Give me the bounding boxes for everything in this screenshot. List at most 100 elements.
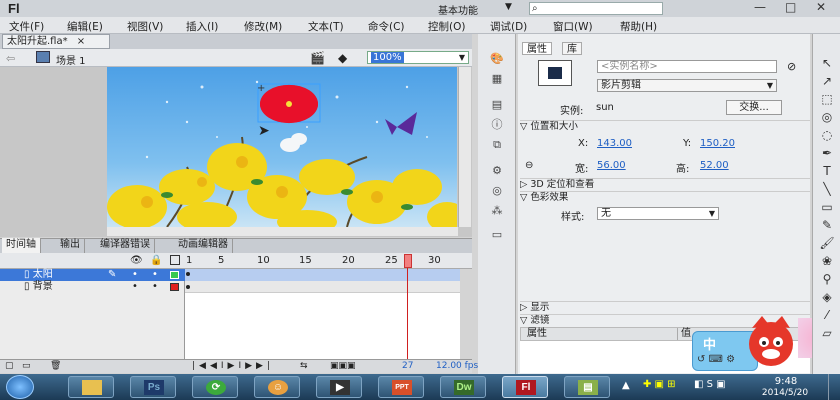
info-panel-icon[interactable]: ⓘ (488, 118, 506, 132)
outline-icon[interactable] (170, 255, 180, 265)
brush-tool-icon[interactable]: 🖌 (819, 236, 835, 250)
show-desktop-button[interactable] (828, 374, 840, 400)
text-tool-icon[interactable]: T (819, 164, 835, 178)
maximize-button[interactable]: □ (785, 0, 796, 14)
menu-control[interactable]: 控制(O) (428, 19, 465, 34)
playhead-handle[interactable] (404, 254, 412, 268)
stage-horizontal-scrollbar[interactable] (107, 227, 458, 236)
back-arrow-icon[interactable]: ⇦ (6, 52, 15, 65)
tray-icons[interactable]: ✚ ▣ ⊞ (643, 379, 676, 390)
frame-rate[interactable]: 12.00 fps (436, 361, 478, 371)
new-layer-icon[interactable]: ▢ (5, 361, 14, 371)
eye-icon[interactable]: 👁 (130, 255, 143, 266)
color-panel-icon[interactable]: 🎨 (488, 52, 506, 66)
lock-dot[interactable]: • (152, 281, 158, 293)
new-folder-icon[interactable]: ▭ (22, 361, 31, 371)
link-icon[interactable]: ⊖ (525, 160, 533, 171)
menu-window[interactable]: 窗口(W) (553, 19, 593, 34)
lock-dot[interactable]: • (152, 269, 158, 281)
stage[interactable]: + (107, 67, 457, 227)
pencil-tool-icon[interactable]: ✎ (819, 218, 835, 232)
pen-tool-icon[interactable]: ✒ (819, 146, 835, 160)
menu-edit[interactable]: 编辑(E) (67, 19, 103, 34)
edit-scene-icon[interactable]: 🎬 (310, 51, 325, 65)
menu-debug[interactable]: 调试(D) (490, 19, 527, 34)
code-snippets-icon[interactable]: ⁂ (488, 204, 506, 218)
lasso-tool-icon[interactable]: ◌ (819, 128, 835, 142)
loop-icon[interactable]: ⇆ (300, 361, 308, 371)
layer-row-background[interactable]: ▯ 背景 • • (0, 281, 185, 293)
workspace-switcher[interactable]: 基本功能 (438, 2, 478, 17)
y-value[interactable]: 150.20 (700, 138, 735, 149)
deco-tool-icon[interactable]: ❀ (819, 254, 835, 268)
motion-presets-icon[interactable]: ◎ (488, 184, 506, 198)
visible-dot[interactable]: • (132, 269, 138, 281)
style-select[interactable]: 无 ▼ (597, 207, 719, 220)
swap-button[interactable]: 交换... (726, 100, 782, 115)
height-value[interactable]: 52.00 (700, 160, 729, 171)
tab-motion-editor[interactable]: 动画编辑器 (174, 238, 233, 253)
keyframe[interactable] (186, 285, 190, 289)
close-button[interactable]: ✕ (816, 0, 826, 14)
visible-dot[interactable]: • (132, 281, 138, 293)
ime-mode-label[interactable]: 中 (703, 334, 716, 353)
tab-properties[interactable]: 属性 (522, 42, 552, 55)
taskbar-dreamweaver[interactable]: Dw (440, 376, 486, 398)
tab-compiler-errors[interactable]: 编译器错误 (96, 238, 155, 253)
menu-help[interactable]: 帮助(H) (620, 19, 657, 34)
menu-text[interactable]: 文本(T) (308, 19, 344, 34)
eraser-tool-icon[interactable]: ▱ (819, 326, 835, 340)
layer-row-sun[interactable]: ▯ 太阳 ✎ • • (0, 269, 185, 281)
taskbar-notes-app[interactable]: ▤ (564, 376, 610, 398)
tab-timeline[interactable]: 时间轴 (2, 238, 41, 253)
start-button[interactable] (6, 375, 34, 399)
symbol-type-select[interactable]: 影片剪辑 ▼ (597, 79, 777, 92)
layer-frames-sun[interactable] (185, 269, 460, 281)
swap-symbol-icon[interactable]: ⊘ (787, 60, 796, 73)
tray-expand-icon[interactable]: ▲ (622, 380, 630, 391)
lock-icon[interactable]: 🔒 (150, 255, 162, 266)
edit-symbol-icon[interactable]: ◆ (338, 51, 347, 65)
history-panel-icon[interactable]: ▭ (488, 228, 506, 242)
minimize-button[interactable]: — (754, 0, 766, 14)
tab-library[interactable]: 库 (562, 42, 582, 55)
taskbar-powerpoint[interactable]: PPT (378, 376, 424, 398)
current-frame[interactable]: 27 (402, 361, 413, 371)
selection-tool-icon[interactable]: ↖ (819, 56, 835, 70)
taskbar-refresh-app[interactable]: ⟳ (192, 376, 238, 398)
zoom-select[interactable]: 100% ▼ (367, 51, 469, 64)
instance-name-field[interactable]: <实例名称> (597, 60, 777, 73)
components-panel-icon[interactable]: ⚙ (488, 164, 506, 178)
rectangle-tool-icon[interactable]: ▭ (819, 200, 835, 214)
free-transform-tool-icon[interactable]: ⬚ (819, 92, 835, 106)
section-3d[interactable]: ▷ 3D 定位和查看 (520, 178, 810, 190)
clock-date[interactable]: 2014/5/20 (750, 388, 820, 398)
layer-color-swatch[interactable] (170, 283, 179, 291)
playback-controls[interactable]: |◀◀I▶I▶▶| (192, 361, 274, 371)
chevron-down-icon[interactable]: ▼ (505, 2, 512, 12)
tab-output[interactable]: 输出 (56, 238, 85, 253)
taskbar-mascot-app[interactable]: ☺ (254, 376, 300, 398)
bone-tool-icon[interactable]: ⚲ (819, 272, 835, 286)
menu-view[interactable]: 视图(V) (127, 19, 163, 34)
delete-layer-icon[interactable]: 🗑 (50, 361, 61, 371)
search-input[interactable]: ⌕ (529, 2, 663, 15)
layer-frames-background[interactable] (185, 281, 460, 293)
align-panel-icon[interactable]: ▤ (488, 98, 506, 112)
paint-bucket-tool-icon[interactable]: ◈ (819, 290, 835, 304)
clock-time[interactable]: 9:48 (763, 376, 809, 387)
section-color-effect[interactable]: ▽ 色彩效果 (520, 191, 810, 203)
3d-rotation-tool-icon[interactable]: ◎ (819, 110, 835, 124)
swatches-panel-icon[interactable]: ▦ (488, 72, 506, 86)
tray-network-icon[interactable]: ◧ S ▣ (694, 379, 726, 390)
ime-tools-icon[interactable]: ↺ ⌨ ⚙ (697, 354, 735, 365)
menu-insert[interactable]: 插入(I) (186, 19, 218, 34)
menu-commands[interactable]: 命令(C) (368, 19, 405, 34)
transform-panel-icon[interactable]: ⧉ (488, 138, 506, 152)
keyframe[interactable] (186, 272, 190, 276)
stage-vertical-scrollbar[interactable] (458, 67, 471, 227)
taskbar-explorer[interactable] (68, 376, 114, 398)
width-value[interactable]: 56.00 (597, 160, 626, 171)
document-tab[interactable]: 太阳升起.fla* × (2, 34, 110, 49)
x-value[interactable]: 143.00 (597, 138, 632, 149)
